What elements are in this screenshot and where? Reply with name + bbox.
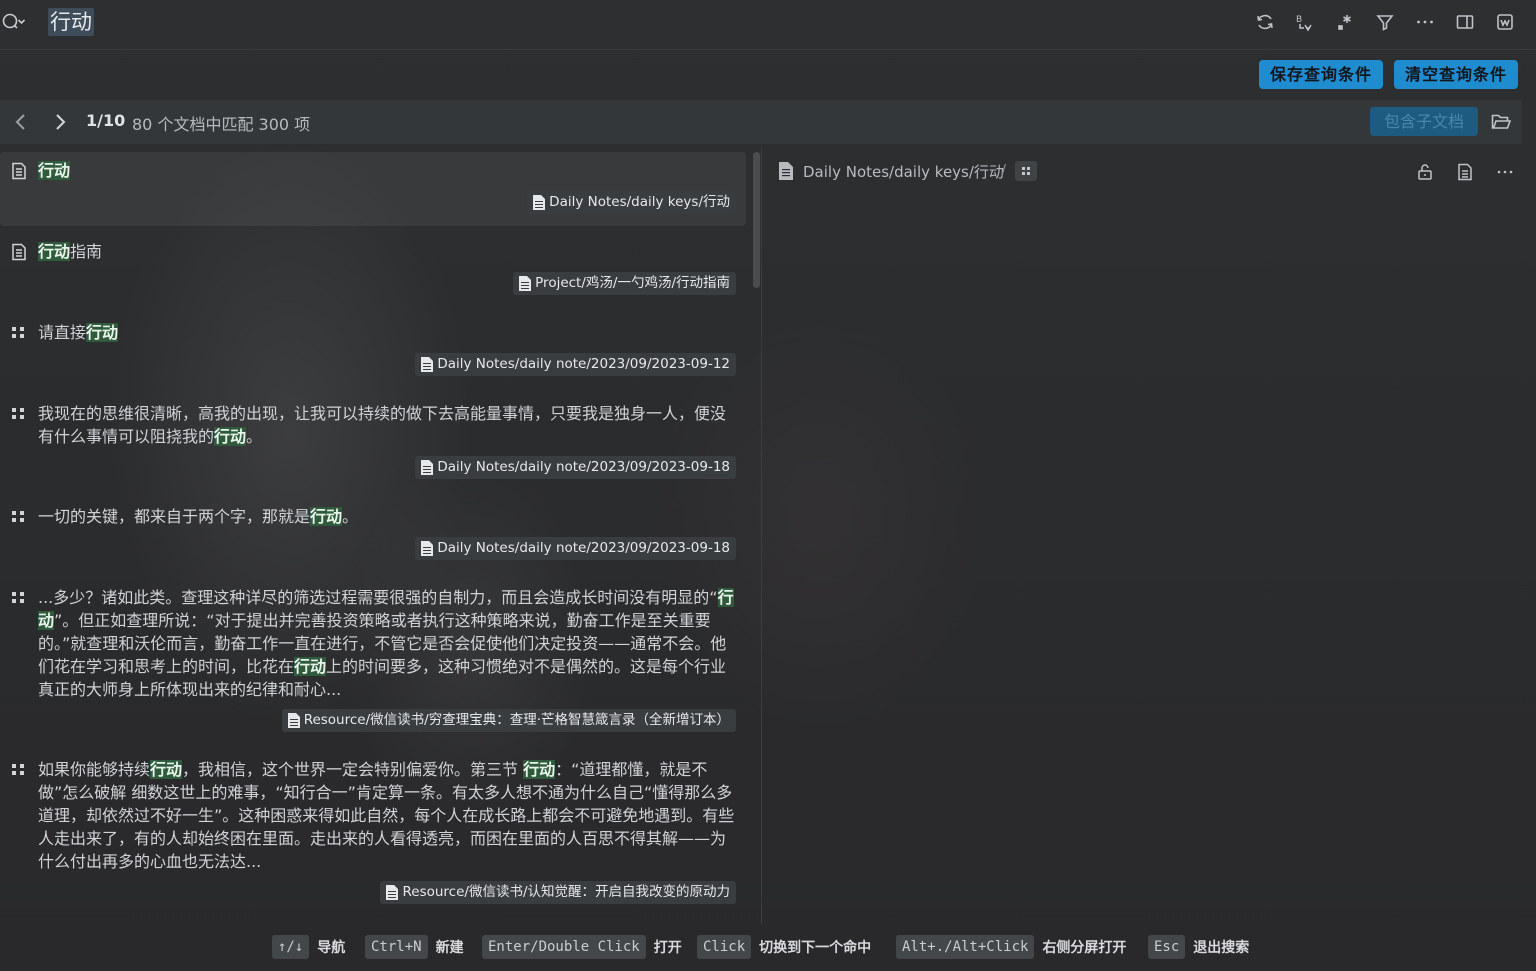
result-item[interactable]: 我现在的思维很清晰，高我的出现，让我可以持续的做下去高能量事情，只要我是独身一人… <box>0 395 746 491</box>
document-icon <box>10 243 28 261</box>
result-path[interactable]: Daily Notes/daily note/2023/09/2023-09-1… <box>415 537 736 560</box>
hint-label: 退出搜索 <box>1193 940 1250 956</box>
match-highlight: 行动 <box>214 427 247 446</box>
keyboard-hints: ↑/↓ 导航 Ctrl+N 新建 Enter/Double Click 打开 C… <box>0 924 1536 971</box>
preview-path[interactable]: Daily Notes/daily keys/行动 <box>803 161 1004 182</box>
document-icon <box>10 162 28 180</box>
hint-navigate: ↑/↓ 导航 <box>272 935 345 959</box>
results-scrollbar[interactable] <box>753 152 760 288</box>
match-summary: 80 个文档中匹配 300 项 <box>132 115 311 134</box>
result-item[interactable]: ...多少？诸如此类。查理这种详尽的筛选过程需要很强的自制力，而且会造成长时间没… <box>0 579 746 743</box>
previous-icon[interactable] <box>9 110 33 134</box>
block-icon <box>10 761 28 779</box>
block-icon <box>10 324 28 342</box>
key-badge: ↑/↓ <box>272 935 310 959</box>
block-icon <box>10 405 28 423</box>
hint-new: Ctrl+N 新建 <box>365 935 464 959</box>
hint-label: 右侧分屏打开 <box>1042 940 1127 956</box>
result-text-segment: 指南 <box>70 242 103 261</box>
result-text: 行动指南 <box>38 240 738 263</box>
match-highlight: 行动 <box>150 760 183 779</box>
document-icon[interactable] <box>1454 160 1476 184</box>
result-text-segment: 如果你能够持续 <box>38 760 151 779</box>
key-badge: Enter/Double Click <box>482 935 646 959</box>
replace-icon[interactable]: B <box>1294 10 1316 34</box>
match-highlight: 行动 <box>523 760 556 779</box>
clear-query-button[interactable]: 清空查询条件 <box>1394 60 1519 89</box>
result-text-segment: 。 <box>246 427 263 446</box>
key-badge: Ctrl+N <box>365 935 428 959</box>
block-icon[interactable] <box>1015 161 1037 181</box>
result-path[interactable]: Daily Notes/daily keys/行动 <box>527 191 736 214</box>
save-query-button[interactable]: 保存查询条件 <box>1259 60 1384 89</box>
block-icon <box>10 508 28 526</box>
search-icon[interactable] <box>2 12 26 32</box>
search-input[interactable]: 行动 <box>48 8 94 36</box>
search-bar: 行动 B <box>0 0 1536 48</box>
result-text-segment: 我现在的思维很清晰，高我的出现，让我可以持续的做下去高能量事情，只要我是独身一人… <box>38 404 727 446</box>
result-path[interactable]: Daily Notes/daily note/2023/09/2023-09-1… <box>415 353 736 376</box>
result-path[interactable]: Resource/微信读书/穷查理宝典：查理·芒格智慧箴言录（全新增订本） <box>281 709 736 732</box>
result-item[interactable]: 一切的关键，都来自于两个字，那就是行动。 Daily Notes/daily n… <box>0 498 746 572</box>
search-results-list: 行动 Daily Notes/daily keys/行动 行动指南 Projec… <box>0 150 750 922</box>
result-text-segment: ，我相信，这个世界一定会特别偏爱你。第三节 <box>182 760 524 779</box>
hint-label: 切换到下一个命中 <box>759 940 872 956</box>
hint-label: 导航 <box>317 940 346 956</box>
match-highlight: 行动 <box>38 161 71 180</box>
match-highlight: 行动 <box>38 242 71 261</box>
refresh-icon[interactable] <box>1254 10 1276 34</box>
result-text: 一切的关键，都来自于两个字，那就是行动。 <box>38 505 738 528</box>
result-text: 行动 <box>38 159 738 182</box>
search-toolbar: B <box>1254 10 1516 34</box>
preview-toolbar <box>1414 160 1516 184</box>
folder-icon[interactable] <box>1490 111 1512 133</box>
breadcrumb-separator: / <box>1001 161 1007 179</box>
regex-icon[interactable] <box>1334 10 1356 34</box>
export-icon[interactable] <box>1494 10 1516 34</box>
result-text-segment: 一切的关键，都来自于两个字，那就是 <box>38 507 311 526</box>
hint-exit: Esc 退出搜索 <box>1148 935 1249 959</box>
more-icon[interactable] <box>1414 10 1436 34</box>
match-highlight: 行动 <box>86 323 119 342</box>
result-path[interactable]: Resource/微信读书/认知觉醒：开启自我改变的原动力 <box>380 881 736 904</box>
hint-next-match: Click 切换到下一个命中 <box>697 935 871 959</box>
hint-label: 新建 <box>435 940 464 956</box>
result-text: 请直接行动 <box>38 321 738 344</box>
unlock-icon[interactable] <box>1414 160 1436 184</box>
key-badge: Esc <box>1148 935 1186 959</box>
result-item[interactable]: 行动 Daily Notes/daily keys/行动 <box>0 152 746 226</box>
result-text-segment: 。 <box>342 507 359 526</box>
next-icon[interactable] <box>48 110 72 134</box>
result-text-segment: ...多少？诸如此类。查理这种详尽的筛选过程需要很强的自制力，而且会造成长时间没… <box>38 588 718 607</box>
filter-icon[interactable] <box>1374 10 1396 34</box>
result-text-segment: 请直接 <box>38 323 87 342</box>
result-path[interactable]: Project/鸡汤/一勺鸡汤/行动指南 <box>513 272 736 295</box>
result-text: 如果你能够持续行动，我相信，这个世界一定会特别偏爱你。第三节 行动：“道理都懂，… <box>38 758 738 873</box>
page-position: 1/10 <box>86 111 126 130</box>
result-item[interactable]: 请直接行动 Daily Notes/daily note/2023/09/202… <box>0 314 746 388</box>
layout-icon[interactable] <box>1454 10 1476 34</box>
hint-open: Enter/Double Click 打开 <box>482 935 682 959</box>
more-icon[interactable] <box>1494 160 1516 184</box>
match-highlight: 行动 <box>310 507 343 526</box>
hint-label: 打开 <box>653 940 682 956</box>
result-text: 我现在的思维很清晰，高我的出现，让我可以持续的做下去高能量事情，只要我是独身一人… <box>38 402 738 448</box>
block-icon <box>10 589 28 607</box>
result-item[interactable]: 如果你能够持续行动，我相信，这个世界一定会特别偏爱你。第三节 行动：“道理都懂，… <box>0 751 746 915</box>
results-nav-bar: 1/10 80 个文档中匹配 300 项 包含子文档 <box>0 100 1522 144</box>
hint-split-open: Alt+./Alt+Click 右侧分屏打开 <box>896 935 1126 959</box>
result-path[interactable]: Daily Notes/daily note/2023/09/2023-09-1… <box>415 456 736 479</box>
panel-divider[interactable] <box>761 146 762 924</box>
document-icon <box>778 162 794 180</box>
include-children-button[interactable]: 包含子文档 <box>1370 107 1478 136</box>
svg-text:B: B <box>1296 15 1302 25</box>
match-highlight: 行动 <box>294 657 327 676</box>
divider <box>0 49 1536 50</box>
key-badge: Click <box>697 935 752 959</box>
result-text: ...多少？诸如此类。查理这种详尽的筛选过程需要很强的自制力，而且会造成长时间没… <box>38 586 738 701</box>
key-badge: Alt+./Alt+Click <box>896 935 1035 959</box>
result-item[interactable]: 行动指南 Project/鸡汤/一勺鸡汤/行动指南 <box>0 233 746 307</box>
